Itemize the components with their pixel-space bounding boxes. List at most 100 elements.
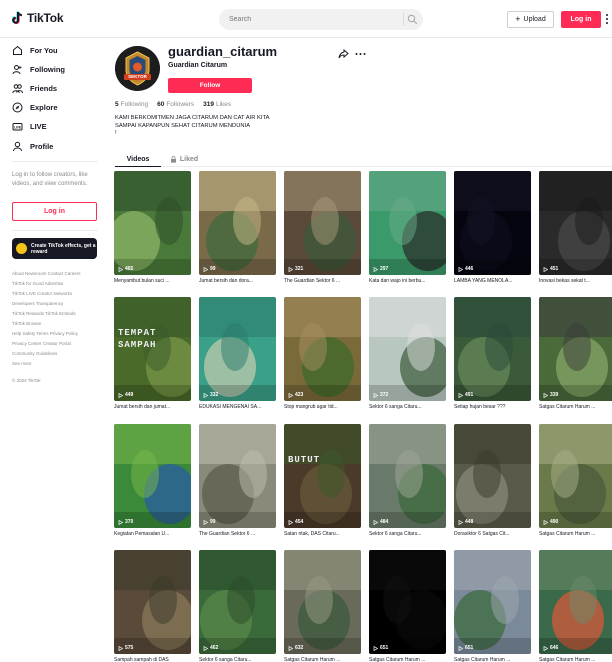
video-thumbnail[interactable]: BUTUT 454	[284, 424, 361, 528]
video-card[interactable]: 446 LAMBA YANG MENOLA...	[454, 171, 531, 284]
video-thumbnail[interactable]: 491	[454, 297, 531, 401]
video-caption[interactable]: Satgas Citarum Harum ...	[284, 657, 361, 662]
video-card[interactable]: 575 Sampah sampah di DAS	[114, 550, 191, 662]
view-count-text: 339	[550, 392, 559, 398]
video-caption[interactable]: Satgas Citarum Harum ...	[454, 657, 531, 662]
video-caption[interactable]: Satgas Citarum Harum ...	[539, 404, 612, 410]
video-card[interactable]: 491 Setiap hujan besar ???	[454, 297, 531, 410]
video-card[interactable]: 370 Kegiatan Pemasalan U...	[114, 424, 191, 537]
video-card[interactable]: 646 Satgas Citarum Harum ...	[539, 550, 612, 662]
video-caption[interactable]: Sektor 6 sanga Citaru...	[199, 657, 276, 662]
video-thumbnail[interactable]: 646	[539, 550, 612, 654]
video-card[interactable]: 484 Sektor 6 sanga Citaru...	[369, 424, 446, 537]
video-card[interactable]: TEMPAT SAMPAH 449 Jumat bersih dan jumat..…	[114, 297, 191, 410]
thumbnail-image	[539, 424, 612, 528]
play-icon	[203, 266, 208, 272]
video-caption[interactable]: The Guardian Sektor 6 ...	[284, 278, 361, 284]
video-caption[interactable]: LAMBA YANG MENOLA...	[454, 278, 531, 284]
video-caption[interactable]: Sektor 6 sanga Citaru...	[369, 531, 446, 537]
view-count: 99	[203, 519, 216, 525]
video-thumbnail[interactable]: 321	[284, 171, 361, 275]
video-caption[interactable]: Stop mangrub agar tid...	[284, 404, 361, 410]
thumbnail-image	[539, 297, 612, 401]
video-caption[interactable]: Menyambut bulan suci ...	[114, 278, 191, 284]
view-count-text: 651	[380, 645, 389, 651]
view-count: 465	[118, 266, 133, 272]
play-icon	[458, 519, 463, 525]
thumbnail-image	[284, 550, 361, 654]
video-thumbnail[interactable]: 484	[369, 424, 446, 528]
video-thumbnail[interactable]: 632	[284, 550, 361, 654]
video-card[interactable]: 423 Stop mangrub agar tid...	[284, 297, 361, 410]
view-count-text: 651	[465, 645, 474, 651]
video-thumbnail[interactable]: 651	[369, 550, 446, 654]
play-icon	[373, 392, 378, 398]
video-card[interactable]: 297 Kata dan wajo ini berbu...	[369, 171, 446, 284]
video-caption[interactable]: Dorasiktor 6 Satgas Cit...	[454, 531, 531, 537]
video-card[interactable]: 632 Satgas Citarum Harum ...	[284, 550, 361, 662]
video-caption[interactable]: Kata dan wajo ini berbu...	[369, 278, 446, 284]
view-count: 448	[458, 519, 473, 525]
video-card[interactable]: 99 Jumat bersih dan dora...	[199, 171, 276, 284]
video-card[interactable]: BUTUT 454 Satan ntak, DAS Citaru...	[284, 424, 361, 537]
video-caption[interactable]: Satan ntak, DAS Citaru...	[284, 531, 361, 537]
video-thumbnail[interactable]: 651	[454, 550, 531, 654]
video-caption[interactable]: Setiap hujan besar ???	[454, 404, 531, 410]
view-count-text: 632	[295, 645, 304, 651]
video-caption[interactable]: Jumat bersih dan dora...	[199, 278, 276, 284]
video-thumbnail[interactable]: 446	[454, 171, 531, 275]
thumbnail-image	[284, 424, 361, 528]
video-card[interactable]: 462 Sektor 6 sanga Citaru...	[199, 550, 276, 662]
video-caption[interactable]: Satgas Citarum Harum ...	[539, 657, 612, 662]
video-thumbnail[interactable]: 465	[114, 171, 191, 275]
play-icon	[458, 392, 463, 398]
video-thumbnail[interactable]: 490	[539, 424, 612, 528]
video-thumbnail[interactable]: 339	[539, 297, 612, 401]
video-caption[interactable]: Satgas Citarum Harum ...	[539, 531, 612, 537]
video-grid: 465 Menyambut bulan suci ... 99 Jumat bersi…	[0, 0, 612, 662]
video-caption[interactable]: Satgas Citarum Harum ...	[369, 657, 446, 662]
video-card[interactable]: 651 Satgas Citarum Harum ...	[369, 550, 446, 662]
video-card[interactable]: 490 Satgas Citarum Harum ...	[539, 424, 612, 537]
video-card[interactable]: 465 Menyambut bulan suci ...	[114, 171, 191, 284]
video-caption[interactable]: EDUKASI MENGENAI SA...	[199, 404, 276, 410]
video-caption[interactable]: The Guardian Sektor 6 ...	[199, 531, 276, 537]
video-card[interactable]: 332 EDUKASI MENGENAI SA...	[199, 297, 276, 410]
video-thumbnail[interactable]: 575	[114, 550, 191, 654]
video-thumbnail[interactable]: 448	[454, 424, 531, 528]
video-thumbnail[interactable]: 99	[199, 424, 276, 528]
video-thumbnail[interactable]: 451	[539, 171, 612, 275]
video-caption[interactable]: Kegiatan Pemasalan U...	[114, 531, 191, 537]
video-thumbnail[interactable]: 372	[369, 297, 446, 401]
thumbnail-image	[199, 297, 276, 401]
video-card[interactable]: 339 Satgas Citarum Harum ...	[539, 297, 612, 410]
video-card[interactable]: 448 Dorasiktor 6 Satgas Cit...	[454, 424, 531, 537]
video-caption[interactable]: Inovasi bekas sekat t...	[539, 278, 612, 284]
thumbnail-image	[369, 297, 446, 401]
play-icon	[203, 519, 208, 525]
play-icon	[118, 392, 123, 398]
video-thumbnail[interactable]: TEMPAT SAMPAH 449	[114, 297, 191, 401]
thumbnail-image	[284, 297, 361, 401]
view-count: 632	[288, 645, 303, 651]
video-thumbnail[interactable]: 332	[199, 297, 276, 401]
video-card[interactable]: 451 Inovasi bekas sekat t...	[539, 171, 612, 284]
video-card[interactable]: 321 The Guardian Sektor 6 ...	[284, 171, 361, 284]
video-card[interactable]: 372 Sektor 6 sanga Citaru...	[369, 297, 446, 410]
video-card[interactable]: 651 Satgas Citarum Harum ...	[454, 550, 531, 662]
thumbnail-image	[199, 171, 276, 275]
play-icon	[543, 645, 548, 651]
thumbnail-image	[369, 171, 446, 275]
video-thumbnail[interactable]: 297	[369, 171, 446, 275]
video-thumbnail[interactable]: 370	[114, 424, 191, 528]
video-thumbnail[interactable]: 99	[199, 171, 276, 275]
video-caption[interactable]: Jumat bersih dan jumat...	[114, 404, 191, 410]
view-count-text: 490	[550, 519, 559, 525]
thumbnail-image	[454, 550, 531, 654]
video-caption[interactable]: Sampah sampah di DAS	[114, 657, 191, 662]
video-caption[interactable]: Sektor 6 sanga Citaru...	[369, 404, 446, 410]
video-thumbnail[interactable]: 423	[284, 297, 361, 401]
video-thumbnail[interactable]: 462	[199, 550, 276, 654]
video-card[interactable]: 99 The Guardian Sektor 6 ...	[199, 424, 276, 537]
play-icon	[288, 266, 293, 272]
